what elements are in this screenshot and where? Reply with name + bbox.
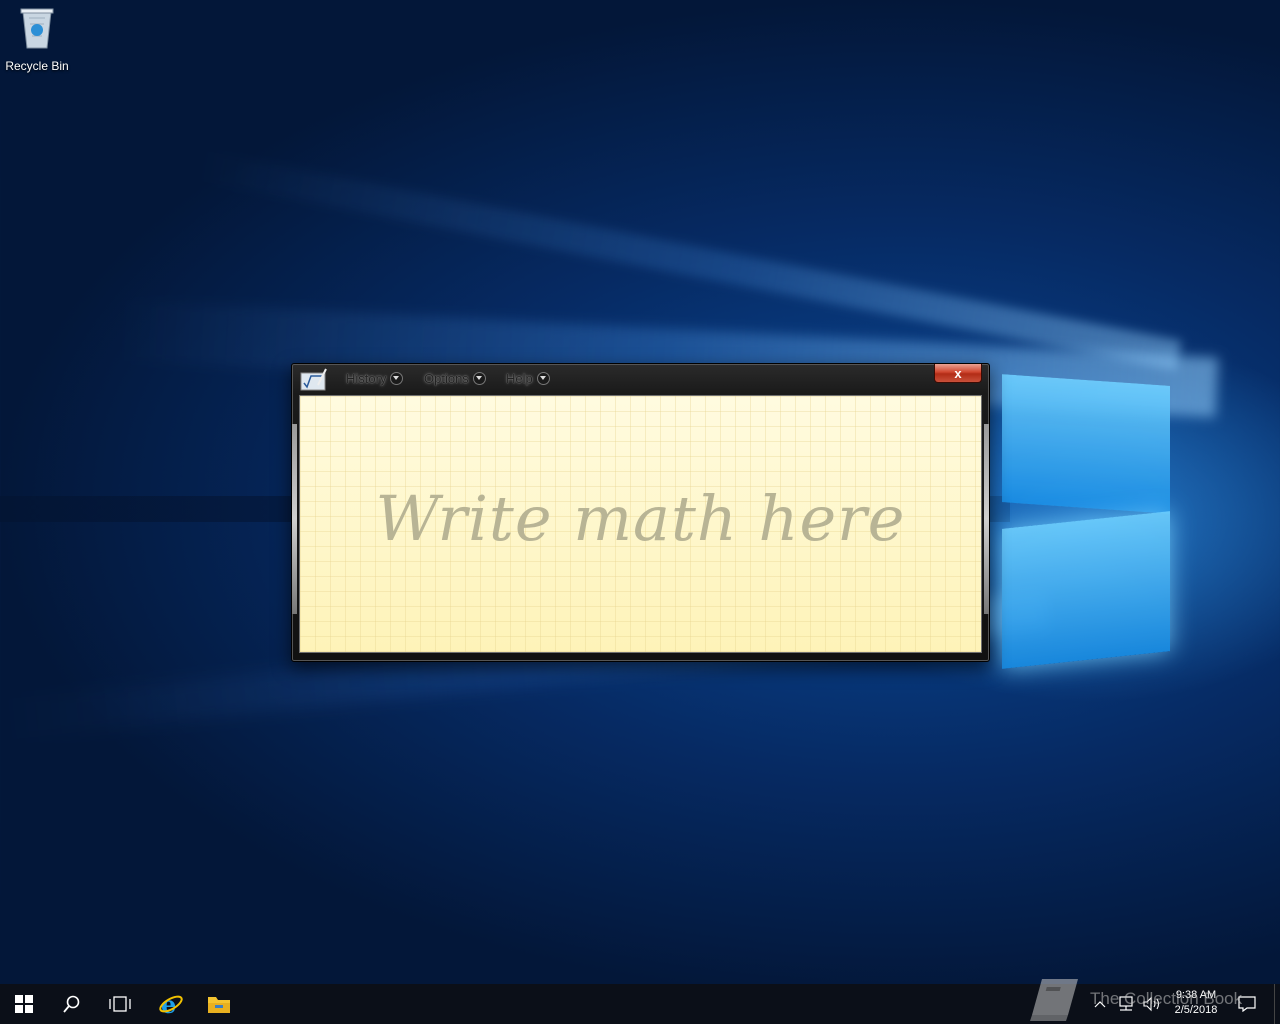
chevron-down-icon [472, 372, 486, 385]
menu-history[interactable]: History [346, 371, 404, 386]
search-icon [63, 995, 80, 1013]
menu-label: Options [424, 371, 469, 386]
file-explorer-button[interactable] [195, 984, 243, 1024]
start-button[interactable] [0, 984, 48, 1024]
menu-label: Help [506, 371, 533, 386]
desktop-icon-label: Recycle Bin [5, 59, 69, 73]
watermark-text: The Collection Book [1090, 989, 1243, 1008]
windows-logo-pane [1002, 374, 1170, 514]
close-icon: x [954, 365, 962, 381]
internet-explorer-icon: e [159, 991, 183, 1017]
watermark: The Collection Book [1028, 975, 1242, 1023]
start-icon [15, 995, 33, 1013]
math-input-app-icon[interactable] [300, 367, 328, 391]
wallpaper-beam [194, 150, 1182, 371]
window-frame-edge [292, 424, 297, 614]
chevron-down-icon [390, 372, 404, 385]
desktop-icon-recycle-bin[interactable]: Recycle Bin [4, 6, 70, 73]
menu-options[interactable]: Options [424, 371, 486, 386]
window-frame-edge [984, 424, 989, 614]
math-input-panel-window: History Options Help x Write math here [291, 363, 990, 662]
chevron-down-icon [536, 372, 550, 385]
math-writing-canvas[interactable]: Write math here [299, 395, 982, 653]
internet-explorer-button[interactable]: e [147, 984, 195, 1024]
canvas-placeholder: Write math here [375, 482, 906, 555]
search-button[interactable] [48, 984, 96, 1024]
menu-label: History [346, 371, 387, 386]
book-icon [1030, 979, 1078, 1021]
task-view-icon [109, 996, 131, 1012]
recycle-bin-icon [20, 8, 54, 49]
menu-help[interactable]: Help [506, 371, 550, 386]
file-explorer-icon [208, 997, 230, 1013]
show-desktop-button[interactable] [1274, 984, 1280, 1024]
close-button[interactable]: x [934, 364, 982, 383]
task-view-button[interactable] [96, 984, 144, 1024]
windows-logo-pane [1002, 511, 1170, 669]
